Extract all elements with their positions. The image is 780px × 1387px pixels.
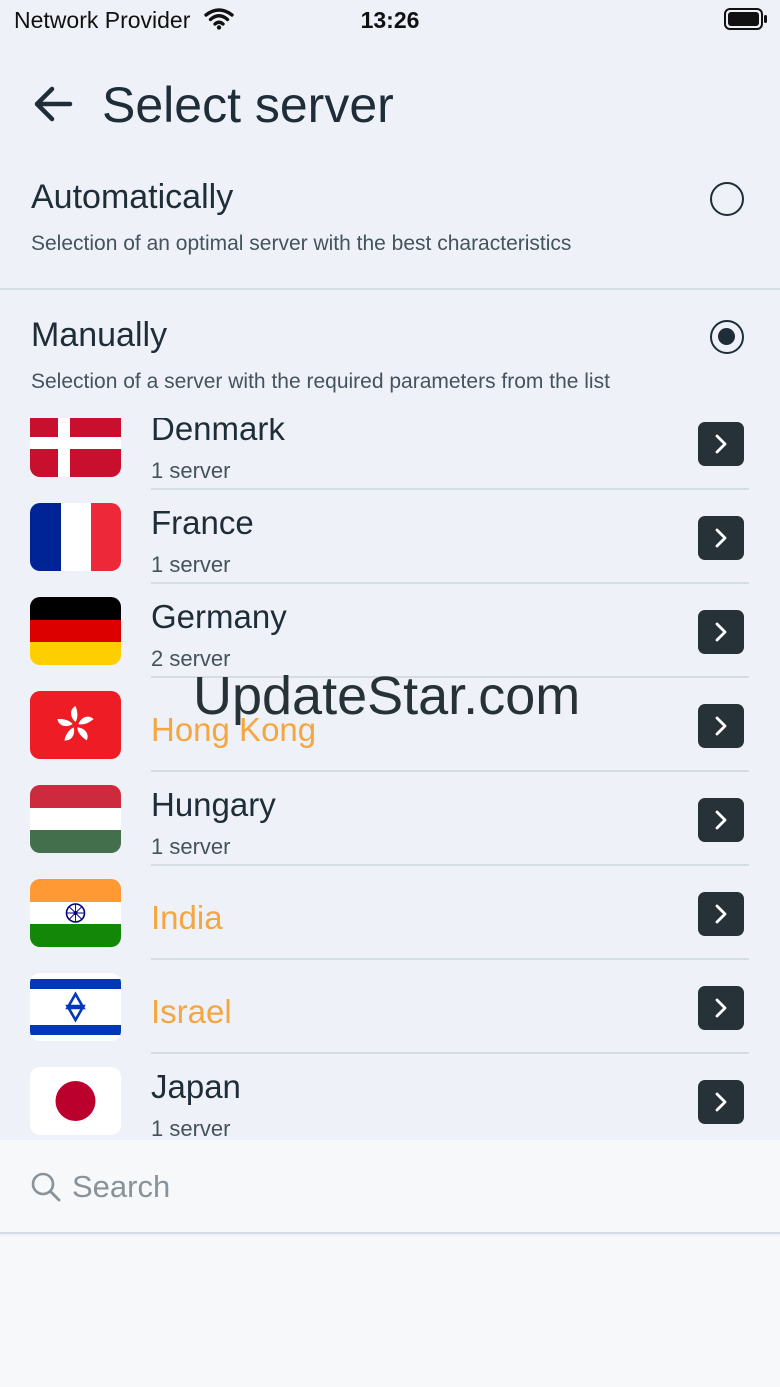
search-icon xyxy=(30,1171,62,1208)
page-title: Select server xyxy=(102,77,394,133)
mode-automatic-radio[interactable] xyxy=(710,182,744,216)
chevron-right-icon xyxy=(715,716,727,736)
server-count: 1 server xyxy=(151,552,231,577)
country-row-japan[interactable]: Japan 1 server xyxy=(0,1054,780,1140)
server-count: 1 server xyxy=(151,458,231,483)
country-name: Japan xyxy=(151,1068,241,1105)
germany-flag-icon xyxy=(30,597,121,665)
mode-manual-radio[interactable] xyxy=(710,320,744,354)
open-country-button[interactable] xyxy=(698,610,744,654)
chevron-right-icon xyxy=(715,810,727,830)
chevron-right-icon xyxy=(715,528,727,548)
back-arrow-icon xyxy=(34,86,73,122)
chevron-right-icon xyxy=(715,622,727,642)
battery-icon xyxy=(724,8,768,35)
server-count: 1 server xyxy=(151,1116,231,1140)
back-button[interactable] xyxy=(28,78,80,130)
clock: 13:26 xyxy=(360,7,420,33)
country-row-hungary[interactable]: Hungary 1 server xyxy=(0,772,780,866)
open-country-button[interactable] xyxy=(698,986,744,1030)
radio-selected-dot xyxy=(718,328,735,345)
country-name: Hong Kong xyxy=(151,711,317,748)
hong-kong-flag-icon xyxy=(30,691,121,759)
country-row-germany[interactable]: Germany 2 server xyxy=(0,584,780,678)
chevron-right-icon xyxy=(715,1092,727,1112)
country-name: Hungary xyxy=(151,786,276,823)
country-name: France xyxy=(151,504,254,541)
mode-manual-option[interactable]: Manually Selection of a server with the … xyxy=(0,300,780,430)
status-bar: Network Provider 13:26 xyxy=(0,0,780,40)
open-country-button[interactable] xyxy=(698,422,744,466)
header: Select server xyxy=(0,60,780,150)
country-row-israel[interactable]: Israel xyxy=(0,960,780,1054)
open-country-button[interactable] xyxy=(698,892,744,936)
mode-manual-title: Manually xyxy=(31,316,168,354)
mode-automatic-option[interactable]: Automatically Selection of an optimal se… xyxy=(0,162,780,292)
chevron-right-icon xyxy=(715,998,727,1018)
mode-automatic-description: Selection of an optimal server with the … xyxy=(31,232,572,255)
country-name: Israel xyxy=(151,993,232,1030)
mode-manual-description: Selection of a server with the required … xyxy=(31,370,610,393)
bottom-area xyxy=(0,1236,780,1387)
mode-automatic-title: Automatically xyxy=(31,178,234,216)
denmark-flag-icon xyxy=(30,418,121,477)
france-flag-icon xyxy=(30,503,121,571)
open-country-button[interactable] xyxy=(698,798,744,842)
divider xyxy=(0,288,780,290)
server-count: 1 server xyxy=(151,834,231,859)
open-country-button[interactable] xyxy=(698,516,744,560)
country-name: India xyxy=(151,899,223,936)
open-country-button[interactable] xyxy=(698,1080,744,1124)
country-name: Denmark xyxy=(151,418,285,447)
search-bar xyxy=(0,1140,780,1234)
open-country-button[interactable] xyxy=(698,704,744,748)
chevron-right-icon xyxy=(715,904,727,924)
country-row-denmark[interactable]: Denmark 1 server xyxy=(0,418,780,490)
server-count: 2 server xyxy=(151,646,231,671)
country-name: Germany xyxy=(151,598,287,635)
hungary-flag-icon xyxy=(30,785,121,853)
chevron-right-icon xyxy=(715,434,727,454)
israel-flag-icon xyxy=(30,973,121,1041)
country-list[interactable]: Denmark 1 server France 1 server Germany… xyxy=(0,418,780,1140)
india-flag-icon xyxy=(30,879,121,947)
japan-flag-icon xyxy=(30,1067,121,1135)
search-input[interactable] xyxy=(72,1162,722,1212)
country-row-france[interactable]: France 1 server xyxy=(0,490,780,584)
country-row-hong-kong[interactable]: Hong Kong xyxy=(0,678,780,772)
country-row-india[interactable]: India xyxy=(0,866,780,960)
